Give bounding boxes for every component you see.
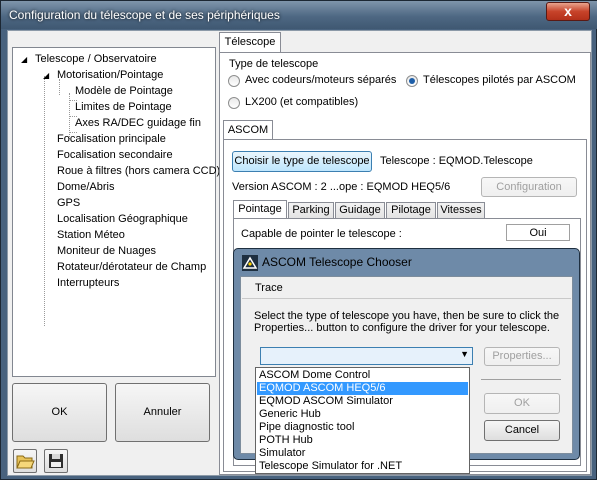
list-item[interactable]: EQMOD ASCOM Simulator xyxy=(257,395,468,408)
tree-item-motorisation[interactable]: ◢ Motorisation/Pointage xyxy=(43,68,163,83)
tree-item-telescope-observatoire[interactable]: ◢ Telescope / Observatoire xyxy=(21,52,157,67)
chooser-ok-button[interactable]: OK xyxy=(484,393,560,414)
chevron-down-icon[interactable]: ▼ xyxy=(460,349,469,359)
list-item[interactable]: Telescope Simulator for .NET xyxy=(257,460,468,473)
radio-lx200-label[interactable]: LX200 (et compatibles) xyxy=(245,96,358,108)
window-title: Configuration du télescope et de ses pér… xyxy=(9,8,280,22)
tree-item-axes-guidage[interactable]: Axes RA/DEC guidage fin xyxy=(75,116,201,131)
tree-item-roue-filtres[interactable]: Roue à filtres (hors camera CCD) xyxy=(57,164,220,179)
list-item[interactable]: Generic Hub xyxy=(257,408,468,421)
capable-label: Capable de pointer le telescope : xyxy=(241,228,402,240)
tree-item-rotateur[interactable]: Rotateur/dérotateur de Champ xyxy=(57,260,206,275)
tree-item-station-meteo[interactable]: Station Méteo xyxy=(57,228,125,243)
trace-menu[interactable]: Trace xyxy=(255,282,283,294)
list-item[interactable]: ASCOM Dome Control xyxy=(257,369,468,382)
radio-ascom-label[interactable]: Télescopes pilotés par ASCOM xyxy=(423,74,576,86)
ok-button[interactable]: OK xyxy=(12,383,107,442)
tree-item-gps[interactable]: GPS xyxy=(57,196,80,211)
folder-open-icon xyxy=(16,455,35,469)
instructions-line-1: Select the type of telescope you have, t… xyxy=(254,310,560,322)
tree-item-focalisation-principale[interactable]: Focalisation principale xyxy=(57,132,166,147)
tree-item-focalisation-secondaire[interactable]: Focalisation secondaire xyxy=(57,148,173,163)
floppy-disk-icon xyxy=(49,454,63,468)
dialog-divider xyxy=(481,379,561,380)
tree-item-interrupteurs[interactable]: Interrupteurs xyxy=(57,276,119,291)
tree-item-moniteur-nuages[interactable]: Moniteur de Nuages xyxy=(57,244,156,259)
tree-item-dome-abris[interactable]: Dome/Abris xyxy=(57,180,114,195)
telescope-type-group-title: Type de telescope xyxy=(229,58,319,70)
title-bar: Configuration du télescope et de ses pér… xyxy=(1,1,597,29)
telescope-name-text: Telescope : EQMOD.Telescope xyxy=(380,155,533,167)
open-button[interactable] xyxy=(13,449,37,473)
close-button[interactable]: x xyxy=(546,2,590,21)
expanded-arrow-icon[interactable]: ◢ xyxy=(21,52,27,67)
save-button[interactable] xyxy=(44,449,68,473)
subtab-parking[interactable]: Parking xyxy=(288,202,334,219)
properties-button[interactable]: Properties... xyxy=(484,347,560,366)
tree-view[interactable]: ◢ Telescope / Observatoire ◢ Motorisatio… xyxy=(12,47,220,377)
radio-separate[interactable] xyxy=(228,75,240,87)
menu-divider xyxy=(242,298,571,299)
list-item[interactable]: Simulator xyxy=(257,447,468,460)
tree-item-limites-pointage[interactable]: Limites de Pointage xyxy=(75,100,172,115)
telescope-driver-select[interactable]: ▼ xyxy=(260,347,473,365)
capable-value: Oui xyxy=(506,224,570,241)
instructions-line-2: Properties... button to configure the dr… xyxy=(254,322,550,334)
radio-lx200[interactable] xyxy=(228,97,240,109)
list-item[interactable]: POTH Hub xyxy=(257,434,468,447)
radio-separate-label[interactable]: Avec codeurs/moteurs séparés xyxy=(245,74,396,86)
subtab-pointage[interactable]: Pointage xyxy=(233,200,287,219)
tree-item-modele-pointage[interactable]: Modèle de Pointage xyxy=(75,84,173,99)
ascom-logo-icon xyxy=(242,255,258,271)
driver-dropdown-list[interactable]: ASCOM Dome Control EQMOD ASCOM HEQ5/6 EQ… xyxy=(255,367,470,474)
chooser-title: ASCOM Telescope Chooser xyxy=(262,255,412,269)
radio-ascom[interactable] xyxy=(406,75,418,87)
tab-ascom[interactable]: ASCOM xyxy=(223,120,273,140)
tree-item-localisation[interactable]: Localisation Géographique xyxy=(57,212,188,227)
expanded-arrow-icon[interactable]: ◢ xyxy=(43,68,49,83)
tab-telescope[interactable]: Télescope xyxy=(219,32,281,53)
ascom-version-text: Version ASCOM : 2 ...ope : EQMOD HEQ5/6 xyxy=(232,181,451,193)
subtab-pilotage[interactable]: Pilotage xyxy=(386,202,436,219)
subtab-guidage[interactable]: Guidage xyxy=(335,202,385,219)
choose-telescope-button[interactable]: Choisir le type de telescope xyxy=(232,151,372,172)
list-item[interactable]: EQMOD ASCOM HEQ5/6 xyxy=(257,382,468,395)
chooser-cancel-button[interactable]: Cancel xyxy=(484,420,560,441)
configuration-button[interactable]: Configuration xyxy=(481,177,577,197)
subtab-vitesses[interactable]: Vitesses xyxy=(437,202,485,219)
cancel-button[interactable]: Annuler xyxy=(115,383,210,442)
list-item[interactable]: Pipe diagnostic tool xyxy=(257,421,468,434)
